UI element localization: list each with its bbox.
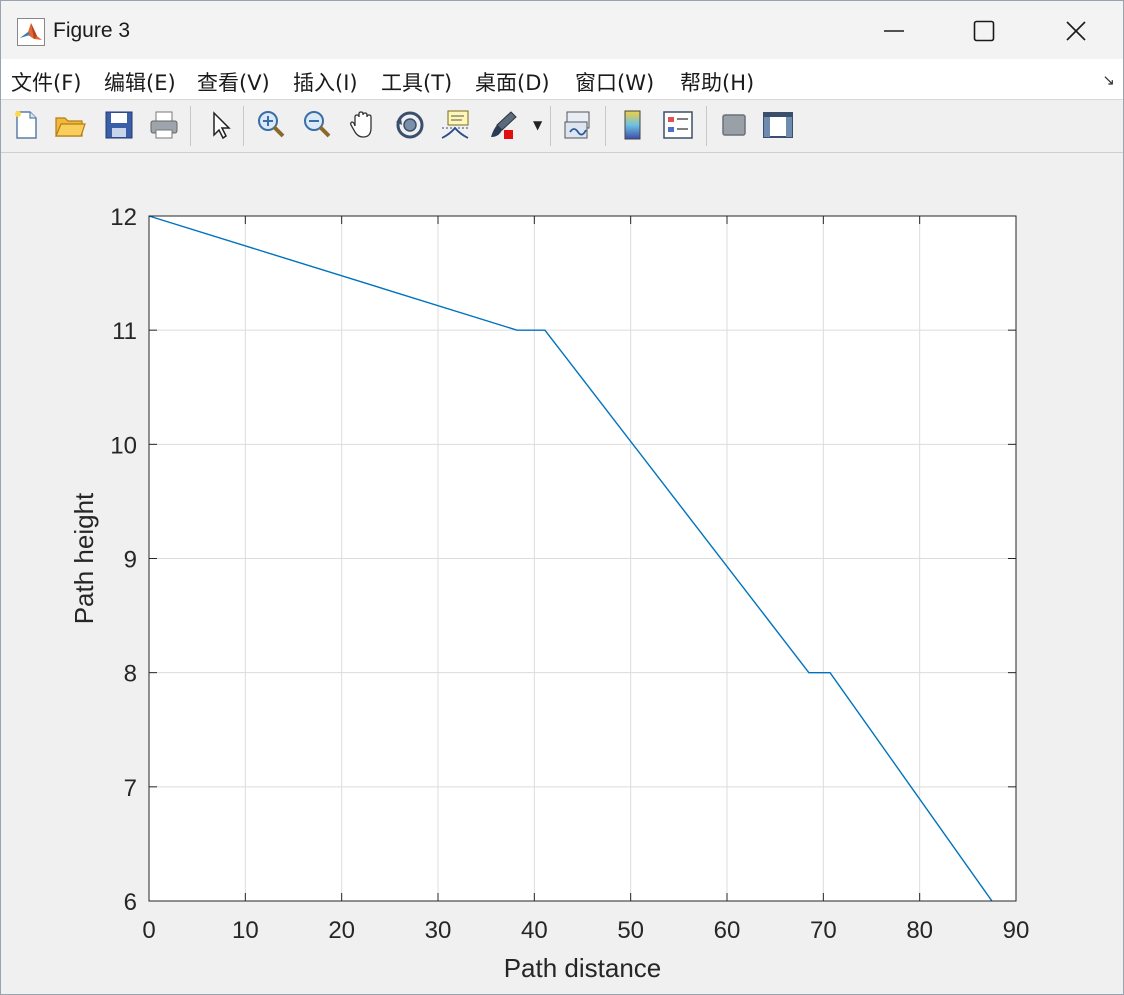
window-title: Figure 3 (53, 19, 131, 42)
y-tick-label: 9 (124, 547, 137, 574)
zoom-in-icon (258, 111, 285, 138)
maximize-icon (973, 20, 995, 42)
toolbar-separator (243, 106, 244, 146)
y-axis-label: Path height (69, 492, 99, 624)
rotate-3d-button[interactable] (393, 108, 427, 142)
show-plot-tools-icon (763, 112, 793, 138)
new-figure-icon (15, 111, 37, 139)
rotate-3d-icon (396, 111, 424, 139)
maximize-button[interactable] (939, 7, 1029, 55)
minimize-button[interactable] (849, 7, 939, 55)
menu-edit[interactable]: 编辑(E) (104, 67, 176, 97)
minimize-icon (884, 30, 904, 32)
x-tick-label: 60 (714, 917, 741, 944)
print-button[interactable] (147, 108, 181, 142)
new-figure-button[interactable] (9, 108, 43, 142)
y-tick-label: 11 (112, 318, 137, 345)
print-icon (150, 111, 178, 139)
y-tick-label: 8 (124, 661, 137, 688)
zoom-in-button[interactable] (254, 108, 288, 142)
pan-button[interactable] (346, 108, 380, 142)
x-tick-label: 30 (425, 917, 452, 944)
colorbar-button[interactable] (616, 108, 650, 142)
toolbar-separator (550, 106, 551, 146)
menu-tools[interactable]: 工具(T) (381, 67, 452, 97)
menu-bar: 文件(F) 编辑(E) 查看(V) 插入(I) 工具(T) 桌面(D) 窗口(W… (1, 59, 1123, 100)
brush-icon (491, 111, 517, 139)
x-tick-label: 0 (142, 917, 155, 944)
data-cursor-icon (441, 110, 469, 139)
x-tick-label: 80 (906, 917, 933, 944)
title-bar: Figure 3 (1, 1, 1123, 59)
menu-window[interactable]: 窗口(W) (575, 67, 654, 97)
y-tick-label: 10 (110, 432, 137, 459)
x-axis-label: Path distance (504, 953, 662, 983)
toolbar-separator (706, 106, 707, 146)
x-tick-label: 50 (617, 917, 644, 944)
save-icon (105, 111, 133, 139)
link-plot-button[interactable] (561, 108, 595, 142)
figure-canvas: 0 10 20 30 40 50 60 70 80 90 6 7 8 9 10 11 12 Path dist… (1, 153, 1123, 994)
close-button[interactable] (1031, 7, 1121, 55)
brush-button[interactable] (487, 108, 521, 142)
open-folder-icon (55, 117, 86, 137)
zoom-out-button[interactable] (300, 108, 334, 142)
matlab-logo-icon (17, 18, 45, 46)
pan-hand-icon (350, 111, 372, 138)
menu-insert[interactable]: 插入(I) (293, 67, 358, 97)
menu-view[interactable]: 查看(V) (197, 67, 270, 97)
data-cursor-button[interactable] (438, 108, 472, 142)
zoom-out-icon (304, 111, 331, 138)
brush-dropdown-icon[interactable]: ▼ (533, 118, 542, 132)
y-tick-label: 6 (124, 889, 137, 916)
line-chart: 0 10 20 30 40 50 60 70 80 90 6 7 8 9 10 11 12 Path dist… (69, 204, 1029, 983)
x-tick-label: 90 (1003, 917, 1030, 944)
figure-window: Figure 3 文件(F) 编辑(E) 查看(V) 插入(I) 工具(T) 桌… (0, 0, 1124, 995)
hide-plot-tools-button[interactable] (717, 108, 751, 142)
save-button[interactable] (102, 108, 136, 142)
x-tick-label: 40 (521, 917, 548, 944)
x-tick-labels: 0 10 20 30 40 50 60 70 80 90 (142, 917, 1029, 944)
toolbar-separator (605, 106, 606, 146)
close-icon (1066, 21, 1086, 41)
link-plot-icon (564, 111, 590, 139)
menu-desktop[interactable]: 桌面(D) (475, 67, 550, 97)
colorbar-icon (624, 110, 641, 140)
figure-toolbar: ▼ (1, 100, 1123, 153)
edit-pointer-icon (213, 111, 231, 140)
expand-arrow-icon[interactable]: ↘ (1102, 71, 1115, 89)
x-tick-label: 10 (232, 917, 259, 944)
menu-help[interactable]: 帮助(H) (680, 67, 754, 97)
y-tick-label: 12 (110, 204, 137, 231)
menu-file[interactable]: 文件(F) (11, 67, 81, 97)
show-plot-tools-button[interactable] (761, 108, 795, 142)
y-tick-labels: 6 7 8 9 10 11 12 (110, 204, 137, 916)
edit-pointer-button[interactable] (204, 108, 238, 142)
x-tick-label: 20 (328, 917, 355, 944)
legend-button[interactable] (661, 108, 695, 142)
open-button[interactable] (53, 108, 87, 142)
y-tick-label: 7 (124, 775, 137, 802)
toolbar-separator (190, 106, 191, 146)
x-tick-label: 70 (810, 917, 837, 944)
hide-plot-tools-icon (722, 114, 746, 136)
legend-icon (663, 111, 693, 139)
